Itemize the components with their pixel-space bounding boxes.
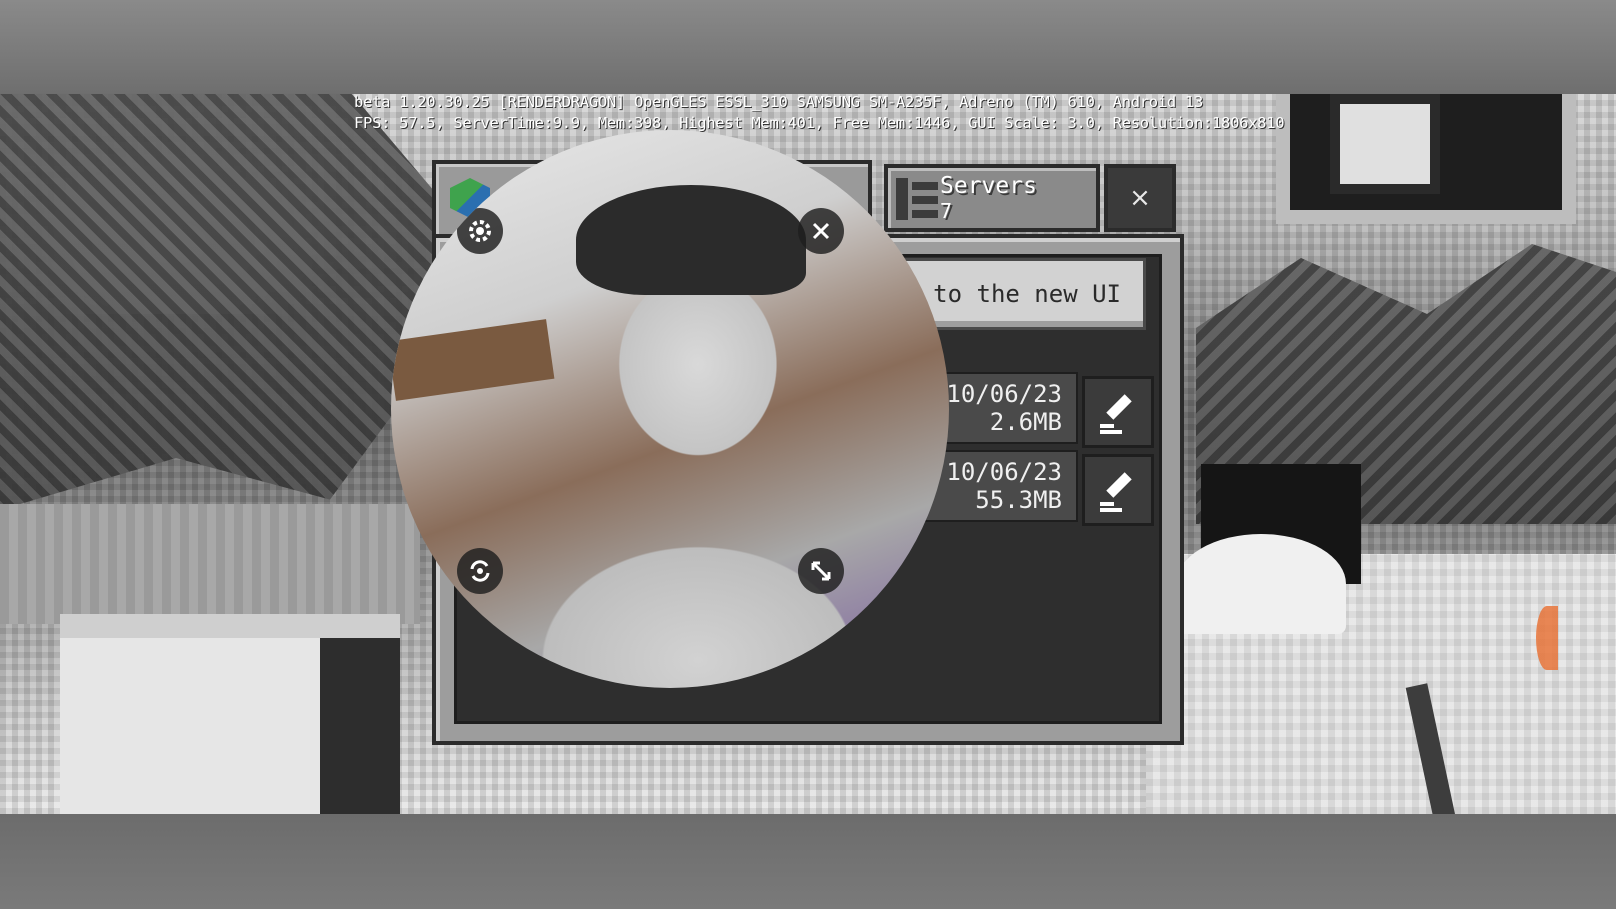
close-icon — [812, 222, 830, 240]
world-size: 55.3MB — [975, 486, 1062, 514]
close-button[interactable]: × — [1104, 164, 1176, 232]
switch-camera-icon — [470, 560, 490, 582]
ground-left — [0, 504, 420, 624]
pencil-icon — [1100, 472, 1132, 512]
debug-line-1: beta 1.20.30.25 [RENDERDRAGON] OpenGLES … — [354, 93, 1203, 111]
switch-camera-button[interactable] — [457, 548, 503, 594]
resize-icon — [811, 561, 831, 581]
world-size: 2.6MB — [989, 408, 1062, 436]
servers-tab-label: Servers — [940, 173, 1037, 199]
settings-button[interactable] — [457, 208, 503, 254]
resize-button[interactable] — [798, 548, 844, 594]
close-camera-button[interactable] — [798, 208, 844, 254]
snow-mound — [1176, 534, 1346, 634]
servers-count: 7 — [940, 199, 953, 223]
tab-servers[interactable]: Servers 7 — [884, 164, 1100, 232]
servers-icon — [896, 178, 938, 220]
debug-line-2: FPS: 57.5, ServerTime:9.9, Mem:398, High… — [354, 114, 1285, 132]
camera-bubble[interactable] — [391, 130, 949, 688]
gear-icon — [469, 220, 491, 242]
edit-world-button[interactable] — [1082, 376, 1154, 448]
foreground-block — [60, 614, 400, 814]
pencil-icon — [1100, 394, 1132, 434]
edit-world-button[interactable] — [1082, 454, 1154, 526]
edge-indicator — [1536, 606, 1558, 670]
close-icon: × — [1129, 183, 1151, 213]
debug-overlay: beta 1.20.30.25 [RENDERDRAGON] OpenGLES … — [354, 92, 1285, 134]
block-structure — [1276, 94, 1576, 224]
